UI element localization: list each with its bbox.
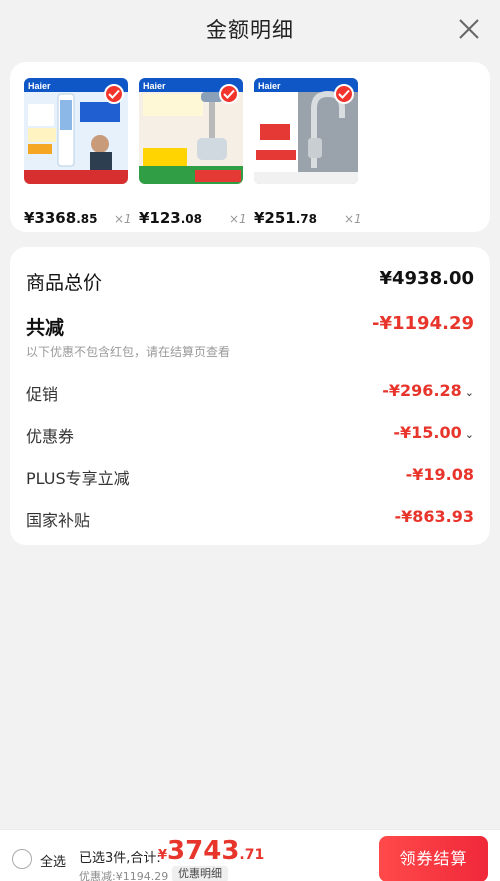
- page-title: 金额明细: [206, 18, 294, 42]
- chevron-down-icon[interactable]: ⌄: [465, 386, 474, 399]
- plus-discount-label: PLUS专享立减: [26, 469, 130, 488]
- total-price-label: 商品总价: [26, 272, 103, 294]
- grand-total: ¥3743.71: [158, 836, 265, 866]
- selected-check-icon[interactable]: [219, 84, 239, 104]
- total-discount-label: 共减: [26, 317, 65, 339]
- header: 金额明细: [0, 0, 500, 60]
- discount-amount-text: 优惠减:¥1194.29: [79, 870, 169, 881]
- chevron-down-icon[interactable]: ⌄: [465, 428, 474, 441]
- selected-count-text: 已选3件,合计:: [79, 851, 161, 866]
- price-summary: 商品总价 ¥4938.00 共减 -¥1194.29 以下优惠不包含红包，请在结…: [10, 247, 490, 545]
- svg-text:Haier: Haier: [258, 81, 281, 91]
- product-price: ¥251.78: [254, 209, 318, 227]
- total-price-value: ¥4938.00: [379, 268, 474, 289]
- subsidy-value: -¥863.93: [394, 507, 474, 526]
- product-list: Haier ¥3368.85 ×1 Haier ¥123.08 ×1 Haier…: [10, 62, 490, 232]
- coupon-label: 优惠券: [26, 427, 75, 446]
- promotion-value: -¥296.28 ⌄: [382, 381, 474, 400]
- product-price: ¥3368.85: [24, 209, 98, 227]
- checkout-button[interactable]: 领券结算: [379, 836, 488, 881]
- select-all-label[interactable]: 全选: [40, 851, 66, 870]
- subsidy-label: 国家补贴: [26, 511, 91, 530]
- plus-discount-value: -¥19.08: [405, 465, 474, 484]
- checkout-bar: 全选 已选3件,合计: ¥3743.71 优惠减:¥1194.29 优惠明细 领…: [0, 829, 500, 881]
- product-price: ¥123.08: [139, 209, 203, 227]
- total-discount-value: -¥1194.29: [372, 313, 474, 334]
- product-quantity: ×1: [114, 212, 132, 226]
- selected-check-icon[interactable]: [334, 84, 354, 104]
- svg-text:Haier: Haier: [28, 81, 51, 91]
- product-quantity: ×1: [229, 212, 247, 226]
- discount-note: 以下优惠不包含红包，请在结算页查看: [26, 345, 231, 359]
- svg-text:Haier: Haier: [143, 81, 166, 91]
- select-all-radio[interactable]: [12, 849, 32, 869]
- discount-detail-tag[interactable]: 优惠明细: [172, 866, 228, 881]
- close-icon[interactable]: [456, 16, 482, 42]
- selected-check-icon[interactable]: [104, 84, 124, 104]
- product-quantity: ×1: [344, 212, 362, 226]
- coupon-value: -¥15.00 ⌄: [393, 423, 474, 442]
- promotion-label: 促销: [26, 385, 59, 404]
